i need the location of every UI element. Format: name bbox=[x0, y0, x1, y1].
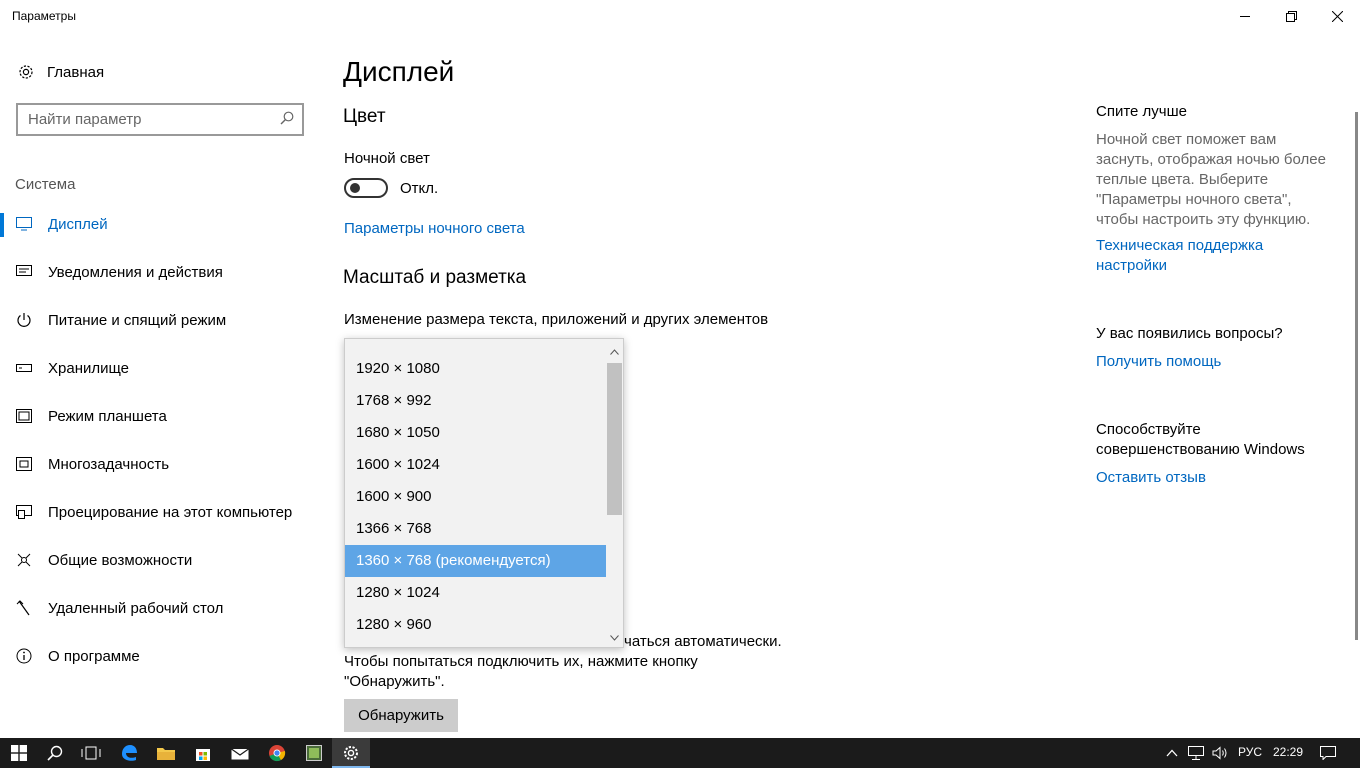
resolution-option-selected[interactable]: 1360 × 768 (рекомендуется) bbox=[345, 545, 607, 577]
resolution-options: 1920 × 1080 1768 × 992 1680 × 1050 1600 … bbox=[345, 353, 607, 641]
task-view-button[interactable] bbox=[72, 738, 110, 768]
sidebar-item-multitasking[interactable]: Многозадачность bbox=[0, 444, 330, 484]
home-label: Главная bbox=[47, 63, 105, 81]
sidebar-item-label: Проецирование на этот компьютер bbox=[48, 503, 293, 521]
sidebar-item-label: Дисплей bbox=[48, 215, 108, 233]
sidebar-item-tablet[interactable]: Режим планшета bbox=[0, 396, 330, 436]
sidebar-item-power[interactable]: Питание и спящий режим bbox=[0, 300, 330, 340]
sidebar-section-label: Система bbox=[15, 176, 76, 193]
mail-icon[interactable] bbox=[221, 738, 259, 768]
page-scrollbar[interactable] bbox=[1355, 112, 1358, 640]
store-icon[interactable] bbox=[184, 738, 222, 768]
sidebar-item-label: Уведомления и действия bbox=[48, 263, 223, 281]
night-light-state: Откл. bbox=[400, 180, 439, 197]
color-heading: Цвет bbox=[343, 106, 386, 127]
app-icon[interactable] bbox=[295, 738, 333, 768]
chrome-icon[interactable] bbox=[258, 738, 296, 768]
gear-icon bbox=[16, 62, 36, 82]
sleep-heading: Спите лучше bbox=[1096, 103, 1187, 120]
resolution-option[interactable]: 1600 × 900 bbox=[345, 481, 607, 513]
restore-button[interactable] bbox=[1268, 0, 1314, 32]
scroll-down-icon[interactable] bbox=[609, 633, 620, 644]
sidebar-item-label: Общие возможности bbox=[48, 551, 193, 569]
edge-browser-icon[interactable] bbox=[110, 738, 148, 768]
network-icon[interactable] bbox=[1184, 738, 1208, 768]
search-icon bbox=[280, 111, 294, 129]
scale-heading: Масштаб и разметка bbox=[343, 267, 527, 288]
sidebar-item-label: Многозадачность bbox=[48, 455, 170, 473]
night-light-settings-link[interactable]: Параметры ночного света bbox=[344, 220, 525, 237]
sidebar-item-label: Питание и спящий режим bbox=[48, 311, 227, 329]
page-title: Дисплей bbox=[343, 56, 455, 87]
scale-label: Изменение размера текста, приложений и д… bbox=[344, 311, 769, 328]
night-light-label: Ночной свет bbox=[344, 150, 430, 167]
detect-text-line3: "Обнаружить". bbox=[344, 673, 445, 690]
settings-taskbar-icon[interactable] bbox=[332, 738, 370, 768]
contribute-heading: Способствуйте совершенствованию Windows bbox=[1096, 421, 1305, 458]
get-help-link[interactable]: Получить помощь bbox=[1096, 352, 1336, 372]
sleep-text: Ночной свет поможет вам заснуть, отображ… bbox=[1096, 131, 1326, 228]
sidebar-item-about[interactable]: О программе bbox=[0, 636, 330, 676]
resolution-option[interactable]: 1600 × 1024 bbox=[345, 449, 607, 481]
power-icon bbox=[0, 312, 48, 328]
search-input[interactable]: Найти параметр bbox=[16, 103, 304, 136]
search-placeholder: Найти параметр bbox=[28, 111, 142, 128]
questions-heading: У вас появились вопросы? bbox=[1096, 325, 1283, 342]
dropdown-scrollbar[interactable] bbox=[606, 339, 623, 647]
sidebar-item-shared[interactable]: Общие возможности bbox=[0, 540, 330, 580]
storage-icon bbox=[0, 364, 48, 372]
sidebar-item-label: Режим планшета bbox=[48, 407, 167, 425]
sidebar-item-label: О программе bbox=[48, 647, 140, 665]
sidebar-item-projecting[interactable]: Проецирование на этот компьютер bbox=[0, 492, 330, 532]
sidebar-item-label: Хранилище bbox=[48, 359, 129, 377]
display-icon bbox=[0, 217, 48, 231]
taskbar: РУС 22:29 bbox=[0, 738, 1360, 768]
window-title: Параметры bbox=[12, 9, 76, 23]
clock[interactable]: 22:29 bbox=[1273, 745, 1303, 759]
action-center-icon[interactable] bbox=[1316, 738, 1340, 768]
detect-text-line1: чаться автоматически. bbox=[624, 633, 782, 650]
resolution-option[interactable]: 1280 × 960 bbox=[345, 609, 607, 641]
language-indicator[interactable]: РУС bbox=[1238, 745, 1262, 759]
resolution-dropdown-list[interactable]: 1920 × 1080 1768 × 992 1680 × 1050 1600 … bbox=[344, 338, 624, 648]
detect-text-line2: Чтобы попытаться подключить их, нажмите … bbox=[344, 653, 698, 670]
feedback-link[interactable]: Оставить отзыв bbox=[1096, 468, 1336, 488]
chevron-up-icon[interactable] bbox=[1160, 738, 1184, 768]
sidebar-item-display[interactable]: Дисплей bbox=[0, 204, 330, 244]
scroll-up-icon[interactable] bbox=[609, 347, 620, 358]
info-icon bbox=[0, 648, 48, 664]
night-light-toggle[interactable] bbox=[344, 178, 388, 198]
sidebar-item-storage[interactable]: Хранилище bbox=[0, 348, 330, 388]
home-link[interactable]: Главная bbox=[16, 62, 104, 82]
minimize-button[interactable] bbox=[1222, 0, 1268, 32]
detect-button[interactable]: Обнаружить bbox=[344, 699, 458, 732]
resolution-option[interactable]: 1768 × 992 bbox=[345, 385, 607, 417]
sidebar-item-remote-desktop[interactable]: Удаленный рабочий стол bbox=[0, 588, 330, 628]
resolution-option[interactable]: 1366 × 768 bbox=[345, 513, 607, 545]
toggle-knob bbox=[350, 183, 360, 193]
multitask-icon bbox=[0, 457, 48, 471]
file-explorer-icon[interactable] bbox=[147, 738, 185, 768]
close-button[interactable] bbox=[1314, 0, 1360, 32]
volume-icon[interactable] bbox=[1208, 738, 1232, 768]
remote-desktop-icon bbox=[0, 600, 48, 616]
resolution-option[interactable]: 1280 × 1024 bbox=[345, 577, 607, 609]
tablet-icon bbox=[0, 409, 48, 423]
scrollbar-thumb[interactable] bbox=[607, 363, 622, 515]
shared-icon bbox=[0, 552, 48, 568]
resolution-option[interactable]: 1920 × 1080 bbox=[345, 353, 607, 385]
start-button[interactable] bbox=[0, 738, 38, 768]
support-link[interactable]: Техническая поддержка настройки bbox=[1096, 236, 1296, 276]
sidebar-item-label: Удаленный рабочий стол bbox=[48, 599, 224, 617]
notification-icon bbox=[0, 265, 48, 279]
search-taskbar-button[interactable] bbox=[36, 738, 74, 768]
sidebar-item-notifications[interactable]: Уведомления и действия bbox=[0, 252, 330, 292]
resolution-option[interactable]: 1680 × 1050 bbox=[345, 417, 607, 449]
project-icon bbox=[0, 505, 48, 519]
title-bar: Параметры bbox=[0, 0, 1360, 32]
